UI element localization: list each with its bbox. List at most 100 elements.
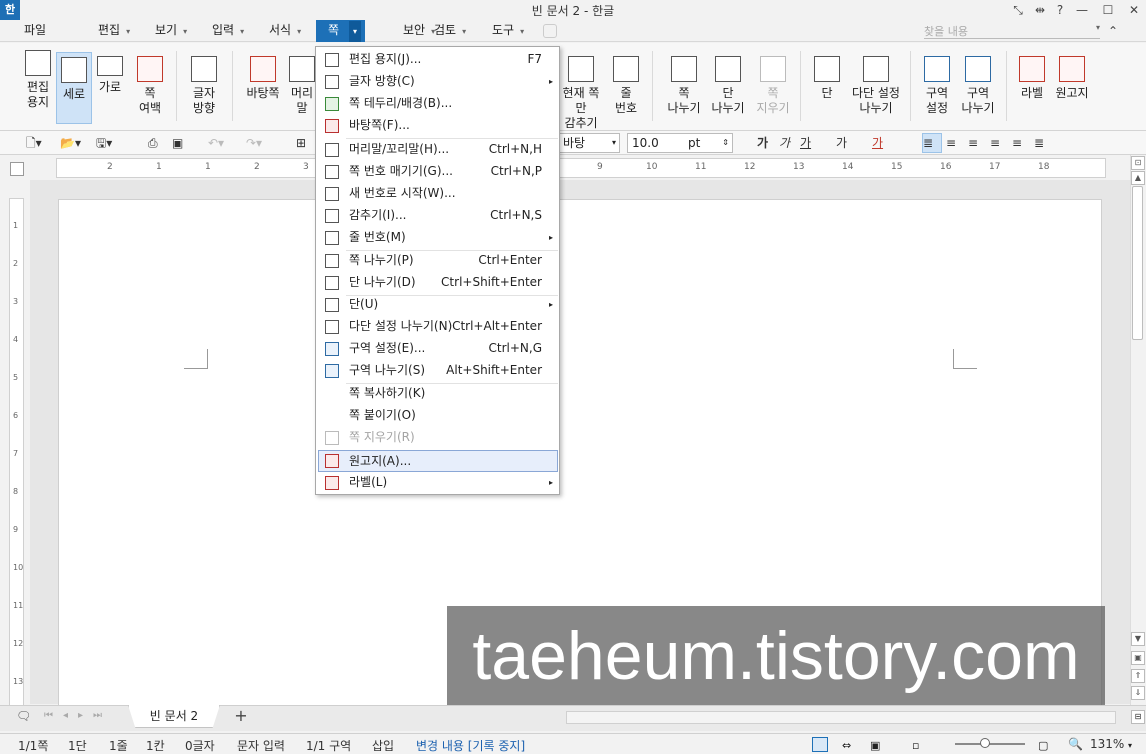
stepper-icon[interactable]: ⇕ [722,134,729,152]
horizontal-ruler[interactable]: 21123456789101112131415161718 [56,158,1106,178]
menu-item-new-number[interactable]: 새 번호로 시작(W)... [318,183,558,205]
menu-item-page-break[interactable]: 쪽 나누기(P) Ctrl+Enter [318,250,558,272]
help-icon[interactable]: ? [1050,1,1070,19]
divide-button[interactable]: ≣ [1034,134,1044,152]
ribbon-line-number-button[interactable]: 줄 번호 [608,56,644,116]
preview-icon[interactable]: ▣ [172,134,183,152]
menu-item-column-break[interactable]: 단 나누기(D) Ctrl+Shift+Enter [318,272,558,294]
new-document-icon[interactable]: 🗋▾ [26,134,42,152]
view-fit-icon[interactable]: ⇔ [842,739,851,752]
save-icon[interactable]: 🖫▾ [96,134,112,152]
ribbon-text-direction-button[interactable]: 글자 방향 [186,56,222,116]
menu-item-section-break[interactable]: 구역 나누기(S) Alt+Shift+Enter [318,360,558,382]
prev-page-icon[interactable]: ⇑ [1131,669,1145,683]
ruler-corner-icon[interactable] [10,162,24,176]
ribbon-column-break-button[interactable]: 단 나누기 [708,56,748,116]
ribbon-multicolumn-break-button[interactable]: 다단 설정 나누기 [848,56,904,116]
font-color-button[interactable]: 가 [872,134,883,152]
split-icon[interactable]: ⊟ [1131,710,1145,724]
zoom-slider[interactable] [955,743,1025,745]
tools-extra-icon[interactable] [543,24,557,38]
scroll-up-icon[interactable]: ▲ [1131,171,1145,185]
ribbon-section-break-button[interactable]: 구역 나누기 [958,56,998,116]
font-size-input[interactable]: 10.0 pt ⇕ [627,133,733,153]
comment-icon[interactable]: 🗨 [16,709,31,723]
menu-item-paste-page[interactable]: 쪽 붙이기(O) [318,405,558,427]
italic-button[interactable]: 가 [779,134,790,152]
ribbon-portrait-button[interactable]: 세로 [56,52,92,124]
maximize-icon[interactable]: ☐ [1098,1,1118,19]
chevron-down-icon[interactable]: ▾ [1128,741,1132,750]
ribbon-hide-current-button[interactable]: 현재 쪽만 감추기 [560,56,602,131]
menu-edit[interactable]: 편집 ▾ [94,20,134,42]
align-right-button[interactable]: ≡ [990,134,1000,152]
ribbon-page-break-button[interactable]: 쪽 나누기 [664,56,704,116]
menu-file[interactable]: 파일 [20,20,50,42]
menu-item-multicolumn-break[interactable]: 다단 설정 나누기(N) Ctrl+Alt+Enter [318,316,558,338]
ribbon-manuscript-button[interactable]: 원고지 [1052,56,1092,101]
ribbon-collapse-icon[interactable]: ⌃ [1108,24,1118,38]
menu-item-text-direction[interactable]: 글자 방향(C) ▸ [318,71,558,93]
menu-item-page-numbering[interactable]: 쪽 번호 매기기(G)... Ctrl+N,P [318,161,558,183]
style-icon[interactable]: ⊞ [296,134,306,152]
ribbon-column-button[interactable]: 단 [810,56,844,101]
status-track-changes[interactable]: 변경 내용 [기록 중지] [416,737,525,754]
font-name-select[interactable]: 바탕 ▾ [558,133,620,153]
align-left-button[interactable]: ≡ [946,134,956,152]
chevron-down-icon[interactable]: ▾ [1096,23,1100,32]
menu-view[interactable]: 보기 ▾ [151,20,191,42]
resize-icon[interactable]: ⇹ [1030,1,1050,19]
underline-button[interactable]: 가 [800,134,811,152]
close-icon[interactable]: ✕ [1124,1,1144,19]
vertical-ruler[interactable]: 1 2 3 4 5 6 7 8 9 10 11 12 13 [9,198,24,706]
ribbon-header-button[interactable]: 머리말 [288,56,316,116]
ribbon-page-setup-button[interactable]: 편집 용지 [20,50,56,110]
menu-item-page-setup[interactable]: 편집 용지(J)... F7 [318,49,558,71]
add-tab-button[interactable]: + [231,707,251,725]
menu-item-master-page[interactable]: 바탕쪽(F)... [318,115,558,137]
scroll-down-icon[interactable]: ▼ [1131,632,1145,646]
search-input[interactable]: 찾을 내용 ▾ [924,23,1100,39]
scroll-thumb[interactable] [1132,186,1143,340]
menu-insert[interactable]: 입력 ▾ [208,20,248,42]
menu-item-header-footer[interactable]: 머리말/꼬리말(H)... Ctrl+N,H [318,139,558,161]
fullscreen-icon[interactable]: ⤡ [1008,1,1028,19]
print-icon[interactable]: ⎙ [148,134,158,152]
zoom-in-icon[interactable]: ▢ [1038,739,1048,752]
view-normal-icon[interactable] [812,737,828,752]
tab-document[interactable]: 빈 문서 2 [128,705,220,728]
menu-format[interactable]: 서식 ▾ [265,20,305,42]
open-icon[interactable]: 📂▾ [60,134,81,152]
redo-icon[interactable]: ↷▾ [246,134,262,152]
zoom-level[interactable]: 131% [1090,737,1124,751]
menu-page[interactable]: 쪽 ▾ [316,20,366,42]
distribute-button[interactable]: ≡ [1012,134,1022,152]
status-page[interactable]: 1/1쪽 [18,737,48,754]
minimize-icon[interactable]: — [1072,1,1092,19]
menu-item-line-number[interactable]: 줄 번호(M) ▸ [318,227,558,249]
ribbon-section-setup-button[interactable]: 구역 설정 [918,56,956,116]
view-page-icon[interactable]: ▣ [870,739,880,752]
ribbon-landscape-button[interactable]: 가로 [94,56,126,95]
next-page-icon[interactable]: ⇓ [1131,686,1145,700]
menu-item-section-setup[interactable]: 구역 설정(E)... Ctrl+N,G [318,338,558,360]
menu-item-label[interactable]: 라벨(L) ▸ [318,472,558,494]
align-center-button[interactable]: ≡ [968,134,978,152]
menu-tools[interactable]: 도구 ▾ [488,20,528,42]
ribbon-master-page-button[interactable]: 바탕쪽 [244,56,282,101]
menu-item-hide[interactable]: 감추기(I)... Ctrl+N,S [318,205,558,227]
status-insert[interactable]: 삽입 [372,737,394,754]
ribbon-label-button[interactable]: 라벨 [1014,56,1050,101]
menu-item-columns[interactable]: 단(U) ▸ [318,294,558,316]
menu-item-page-border[interactable]: 쪽 테두리/배경(B)... [318,93,558,115]
horizontal-scrollbar[interactable] [566,711,1116,724]
menu-review[interactable]: 검토 ▾ [430,20,470,42]
align-justify-button[interactable]: ≣ [922,133,942,153]
ribbon-delete-page-button[interactable]: 쪽 지우기 [752,56,794,116]
undo-icon[interactable]: ↶▾ [208,134,224,152]
menu-item-manuscript[interactable]: 원고지(A)... [318,450,558,472]
magnifier-icon[interactable]: 🔍 [1068,737,1083,751]
menu-item-copy-page[interactable]: 쪽 복사하기(K) [318,383,558,405]
strikethrough-button[interactable]: 가 [836,134,847,152]
zoom-out-icon[interactable]: ▫ [912,739,919,752]
